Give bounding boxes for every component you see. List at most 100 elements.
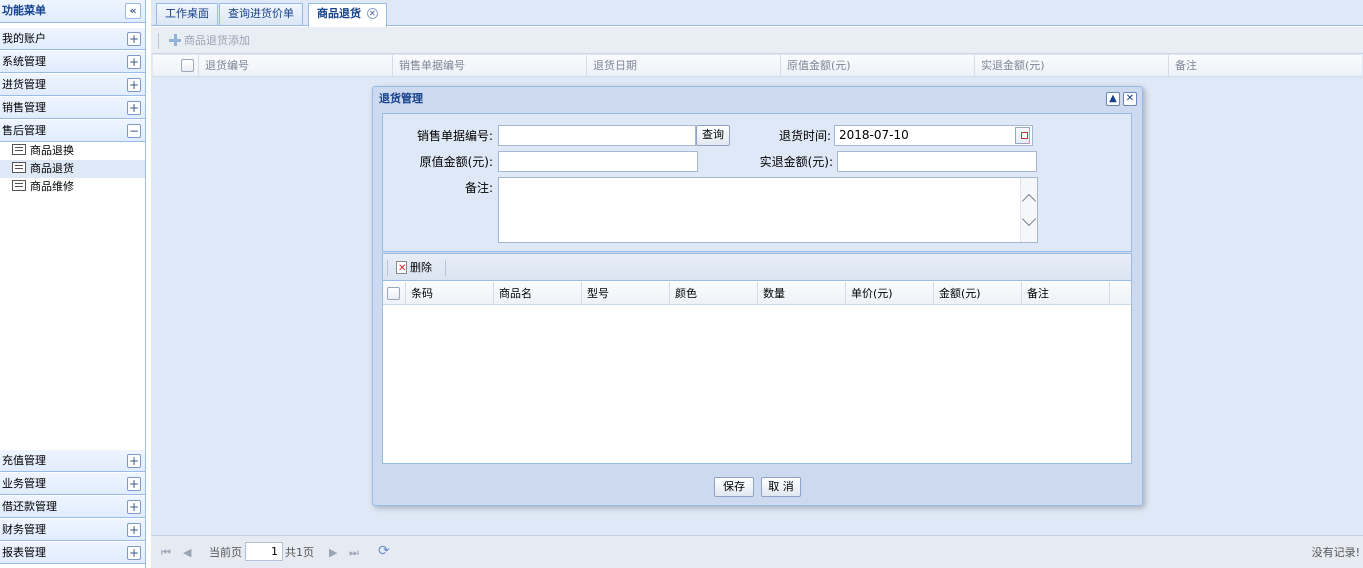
dialog-title: 退货管理	[379, 92, 423, 105]
expand-icon[interactable]: +	[127, 55, 141, 69]
column-header[interactable]: 型号	[581, 282, 669, 305]
sale-no-label: 销售单据编号:	[416, 129, 493, 143]
column-header[interactable]: 原值金额(元)	[780, 55, 974, 77]
collapse-menu-icon[interactable]: «	[125, 3, 141, 19]
return-grid-header: 退货编号 销售单据编号 退货日期 原值金额(元) 实退金额(元) 备注	[153, 55, 1362, 77]
column-header[interactable]: 销售单据编号	[392, 55, 586, 77]
column-header[interactable]: 商品名	[493, 282, 581, 305]
section-label: 财务管理	[2, 523, 46, 536]
menu-section-recharge[interactable]: 充值管理 +	[0, 450, 145, 472]
tab-bar: 工作桌面 查询进货价单 商品退货 ✕	[151, 0, 1363, 27]
plus-icon	[169, 34, 181, 46]
section-label: 业务管理	[2, 477, 46, 490]
toolbar-separator	[445, 260, 446, 276]
column-header[interactable]: 退货编号	[198, 55, 392, 77]
expand-icon[interactable]: +	[127, 523, 141, 537]
query-button[interactable]: 查询	[696, 125, 730, 146]
section-label: 充值管理	[2, 454, 46, 467]
remark-textarea[interactable]	[498, 177, 1038, 243]
orig-amount-input[interactable]	[498, 151, 698, 172]
delete-icon	[396, 261, 407, 274]
expand-icon[interactable]: +	[127, 477, 141, 491]
expand-icon[interactable]: +	[127, 454, 141, 468]
list-icon	[12, 144, 26, 155]
return-time-input[interactable]: 2018-07-10	[834, 125, 1033, 146]
add-return-button[interactable]: 商品退货添加	[169, 33, 250, 49]
menu-section-sales[interactable]: 销售管理 +	[0, 97, 145, 119]
select-all-items-checkbox[interactable]	[387, 287, 400, 300]
delete-button[interactable]: 删除	[396, 260, 432, 276]
calendar-icon[interactable]	[1015, 127, 1030, 144]
last-page-icon[interactable]: ⏭	[349, 545, 359, 561]
section-label: 售后管理	[2, 124, 46, 137]
return-time-value: 2018-07-10	[839, 128, 909, 142]
remark-label: 备注:	[464, 181, 493, 195]
tree-item-return[interactable]: 商品退货	[0, 160, 145, 178]
return-items-grid: 删除 条码 商品名 型号 颜色 数量 单价(元) 金额(元) 备注	[382, 253, 1132, 464]
refund-amount-input[interactable]	[837, 151, 1037, 172]
menu-section-business[interactable]: 业务管理 +	[0, 473, 145, 495]
page-number-input[interactable]: 1	[245, 542, 283, 561]
add-return-label: 商品退货添加	[184, 34, 250, 47]
menu-section-reports[interactable]: 报表管理 +	[0, 542, 145, 564]
items-toolbar: 删除	[383, 254, 1131, 281]
toolbar-separator	[158, 33, 159, 49]
sale-no-input[interactable]	[498, 125, 696, 146]
next-page-icon[interactable]: ▶	[329, 545, 337, 561]
tab-purchase-price-query[interactable]: 查询进货价单	[219, 3, 303, 25]
column-header[interactable]: 退货日期	[586, 55, 780, 77]
current-page-label: 当前页	[209, 546, 242, 559]
textarea-scrollbar[interactable]	[1020, 178, 1037, 242]
expand-icon[interactable]: +	[127, 32, 141, 46]
expand-icon[interactable]: +	[127, 101, 141, 115]
select-all-checkbox[interactable]	[181, 59, 194, 72]
section-label: 系统管理	[2, 55, 46, 68]
prev-page-icon[interactable]: ◀	[183, 545, 191, 561]
cancel-button[interactable]: 取 消	[761, 477, 801, 497]
column-header[interactable]: 数量	[757, 282, 845, 305]
first-page-icon[interactable]: ⏮	[161, 545, 171, 561]
return-form: 销售单据编号: 查询 退货时间: 2018-07-10 原值金额(元): 实退金…	[382, 113, 1132, 252]
tab-label: 商品退货	[317, 7, 361, 20]
section-label: 销售管理	[2, 101, 46, 114]
refresh-icon[interactable]: ⟳	[378, 543, 390, 559]
section-label: 报表管理	[2, 546, 46, 559]
column-header[interactable]: 金额(元)	[933, 282, 1021, 305]
return-management-dialog: 退货管理 ▲ ✕ 销售单据编号: 查询 退货时间: 2018-07-10 原值金…	[372, 86, 1143, 506]
menu-section-account[interactable]: 我的账户 +	[0, 28, 145, 50]
close-tab-icon[interactable]: ✕	[366, 8, 378, 19]
menu-section-finance[interactable]: 财务管理 +	[0, 519, 145, 541]
orig-amount-label: 原值金额(元):	[419, 155, 493, 169]
menu-section-purchase[interactable]: 进货管理 +	[0, 74, 145, 96]
save-button[interactable]: 保存	[714, 477, 754, 497]
collapse-dialog-icon[interactable]: ▲	[1106, 92, 1120, 106]
total-pages-label: 共1页	[285, 546, 314, 559]
close-dialog-icon[interactable]: ✕	[1123, 92, 1137, 106]
return-time-label: 退货时间:	[778, 129, 831, 143]
menu-title: 功能菜单	[2, 4, 46, 17]
column-header[interactable]: 备注	[1021, 282, 1109, 305]
expand-icon[interactable]: +	[127, 500, 141, 514]
scroll-down-icon[interactable]	[1021, 211, 1037, 227]
scroll-up-icon[interactable]	[1021, 193, 1037, 209]
tree-item-exchange[interactable]: 商品退换	[12, 142, 144, 160]
tree-item-repair[interactable]: 商品维修	[12, 178, 144, 196]
expand-icon[interactable]: +	[127, 546, 141, 560]
dialog-title-bar[interactable]: 退货管理 ▲ ✕	[373, 87, 1142, 111]
tab-label: 查询进货价单	[228, 7, 294, 20]
menu-section-system[interactable]: 系统管理 +	[0, 51, 145, 73]
collapse-section-icon[interactable]: −	[127, 124, 141, 138]
tab-workbench[interactable]: 工作桌面	[156, 3, 218, 25]
expand-icon[interactable]: +	[127, 78, 141, 92]
column-header[interactable]: 单价(元)	[845, 282, 933, 305]
tab-product-return[interactable]: 商品退货 ✕	[308, 3, 387, 27]
menu-section-loans[interactable]: 借还款管理 +	[0, 496, 145, 518]
delete-label: 删除	[410, 261, 432, 274]
dialog-footer: 保存 取 消	[373, 467, 1142, 505]
column-header[interactable]: 条码	[405, 282, 493, 305]
menu-section-after-sales[interactable]: 售后管理 −	[0, 120, 145, 142]
tree-item-label: 商品退换	[30, 144, 74, 157]
column-header[interactable]: 备注	[1168, 55, 1362, 77]
column-header[interactable]: 颜色	[669, 282, 757, 305]
column-header[interactable]: 实退金额(元)	[974, 55, 1168, 77]
